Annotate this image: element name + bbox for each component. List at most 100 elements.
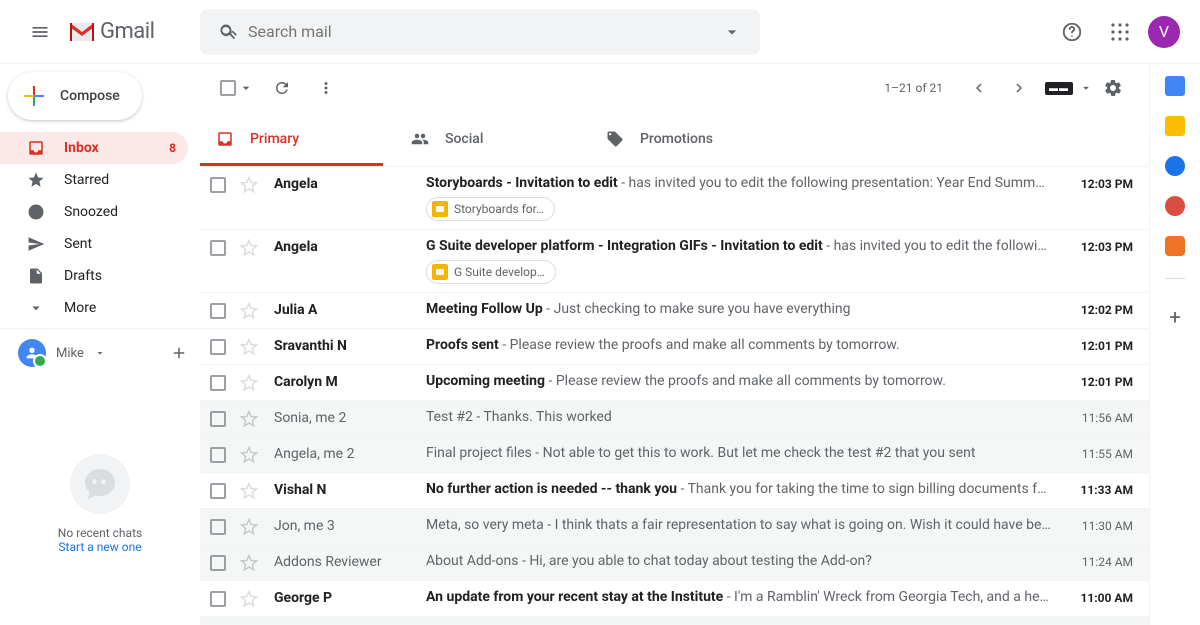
slides-icon (432, 264, 448, 280)
gear-icon (1103, 78, 1123, 98)
prev-page-button[interactable] (959, 68, 999, 108)
compose-label: Compose (60, 88, 120, 104)
main-menu-button[interactable] (16, 8, 64, 56)
star-button[interactable] (240, 301, 260, 320)
email-row[interactable]: Sonia, me 2Test #2Thanks. This worked11:… (200, 401, 1149, 437)
search-bar[interactable] (200, 9, 760, 55)
email-row[interactable]: Julia AMeeting Follow UpJust checking to… (200, 293, 1149, 329)
sidebar-item-more[interactable]: More (0, 292, 188, 324)
star-button[interactable] (240, 175, 260, 194)
next-page-button[interactable] (999, 68, 1039, 108)
row-checkbox[interactable] (210, 373, 230, 391)
settings-button[interactable] (1093, 68, 1133, 108)
snippet: I'm a Ramblin' Wreck from Georgia Tech, … (723, 589, 1051, 605)
timestamp: 12:01 PM (1063, 373, 1133, 389)
addon-button-2[interactable] (1165, 236, 1185, 256)
keep-addon-button[interactable] (1165, 116, 1185, 136)
sender: Carolyn M (274, 373, 426, 390)
calendar-addon-button[interactable] (1165, 76, 1185, 96)
timestamp: 12:03 PM (1063, 175, 1133, 191)
star-button[interactable] (240, 238, 260, 257)
select-all-checkbox[interactable] (216, 76, 258, 100)
attachment-label: Storyboards for… (454, 202, 544, 216)
apps-button[interactable] (1100, 12, 1140, 52)
row-checkbox[interactable] (210, 175, 230, 193)
star-button[interactable] (240, 373, 260, 392)
inbox-icon (26, 139, 46, 157)
search-icon[interactable] (208, 22, 248, 42)
email-row[interactable]: Addons ReviewerAbout Add-onsHi, are you … (200, 545, 1149, 581)
email-row[interactable]: George PAn update from your recent stay … (200, 581, 1149, 617)
hangouts-empty-text: No recent chats (58, 526, 142, 540)
tag-icon (606, 130, 624, 148)
email-row[interactable]: Jon HMarketing PlanThanks for meeting wi… (200, 617, 1149, 625)
clock-icon (26, 203, 46, 221)
sidebar-item-label: More (64, 300, 96, 316)
star-button[interactable] (240, 409, 260, 428)
sender: Addons Reviewer (274, 553, 426, 570)
input-tools-button[interactable]: ▬▬ (1045, 82, 1073, 95)
hangouts-start-link[interactable]: Start a new one (58, 540, 141, 554)
email-list: AngelaStoryboards - Invitation to editha… (200, 167, 1149, 625)
plus-icon (22, 84, 46, 108)
email-row[interactable]: Carolyn MUpcoming meetingPlease review t… (200, 365, 1149, 401)
email-row[interactable]: AngelaG Suite developer platform - Integ… (200, 230, 1149, 293)
checkbox-icon (210, 375, 226, 391)
subject: An update from your recent stay at the I… (426, 589, 723, 605)
star-button[interactable] (240, 481, 260, 500)
attachment-chip[interactable]: Storyboards for… (426, 197, 555, 221)
tasks-addon-button[interactable] (1165, 156, 1185, 176)
row-checkbox[interactable] (210, 409, 230, 427)
sidebar-item-snoozed[interactable]: Snoozed (0, 196, 188, 228)
caret-down-icon (1079, 81, 1093, 95)
more-button[interactable] (306, 68, 346, 108)
row-checkbox[interactable] (210, 481, 230, 499)
slides-icon (432, 201, 448, 217)
email-row[interactable]: AngelaStoryboards - Invitation to editha… (200, 167, 1149, 230)
row-checkbox[interactable] (210, 301, 230, 319)
get-addons-button[interactable]: + (1165, 307, 1185, 327)
refresh-button[interactable] (262, 68, 302, 108)
account-avatar[interactable]: V (1148, 16, 1180, 48)
star-button[interactable] (240, 337, 260, 356)
tab-social[interactable]: Social (395, 112, 590, 166)
row-checkbox[interactable] (210, 517, 230, 535)
sidebar-item-inbox[interactable]: Inbox 8 (0, 132, 188, 164)
email-row[interactable]: Sravanthi NProofs sentPlease review the … (200, 329, 1149, 365)
compose-button[interactable]: Compose (8, 72, 142, 120)
email-row[interactable]: Angela, me 2Final project filesNot able … (200, 437, 1149, 473)
addon-button-1[interactable] (1165, 196, 1185, 216)
more-vert-icon (317, 79, 335, 97)
star-button[interactable] (240, 553, 260, 572)
tab-promotions[interactable]: Promotions (590, 112, 785, 166)
support-button[interactable] (1052, 12, 1092, 52)
row-checkbox[interactable] (210, 337, 230, 355)
sidebar-item-label: Drafts (64, 268, 102, 284)
row-checkbox[interactable] (210, 553, 230, 571)
sender: Jon, me 3 (274, 517, 426, 534)
search-options-button[interactable] (712, 22, 752, 42)
search-input[interactable] (248, 22, 712, 41)
new-chat-button[interactable] (170, 344, 188, 362)
email-row[interactable]: Jon, me 3Meta, so very metaI think thats… (200, 509, 1149, 545)
tab-primary[interactable]: Primary (200, 112, 395, 166)
subject: G Suite developer platform - Integration… (426, 238, 823, 254)
row-checkbox[interactable] (210, 589, 230, 607)
gmail-logo[interactable]: Gmail (68, 19, 154, 44)
side-panel: + (1150, 64, 1200, 625)
caret-down-icon (722, 22, 742, 42)
tab-label: Primary (250, 131, 299, 147)
star-button[interactable] (240, 445, 260, 464)
sidebar-item-drafts[interactable]: Drafts (0, 260, 188, 292)
email-row[interactable]: Vishal NNo further action is needed -- t… (200, 473, 1149, 509)
attachment-chip[interactable]: G Suite develop… (426, 260, 556, 284)
hangouts-user[interactable]: Mike (0, 333, 200, 373)
hangouts-username: Mike (56, 346, 84, 361)
timestamp: 12:01 PM (1063, 337, 1133, 353)
star-button[interactable] (240, 517, 260, 536)
sidebar-item-starred[interactable]: Starred (0, 164, 188, 196)
row-checkbox[interactable] (210, 445, 230, 463)
sidebar-item-sent[interactable]: Sent (0, 228, 188, 260)
star-button[interactable] (240, 589, 260, 608)
row-checkbox[interactable] (210, 238, 230, 256)
